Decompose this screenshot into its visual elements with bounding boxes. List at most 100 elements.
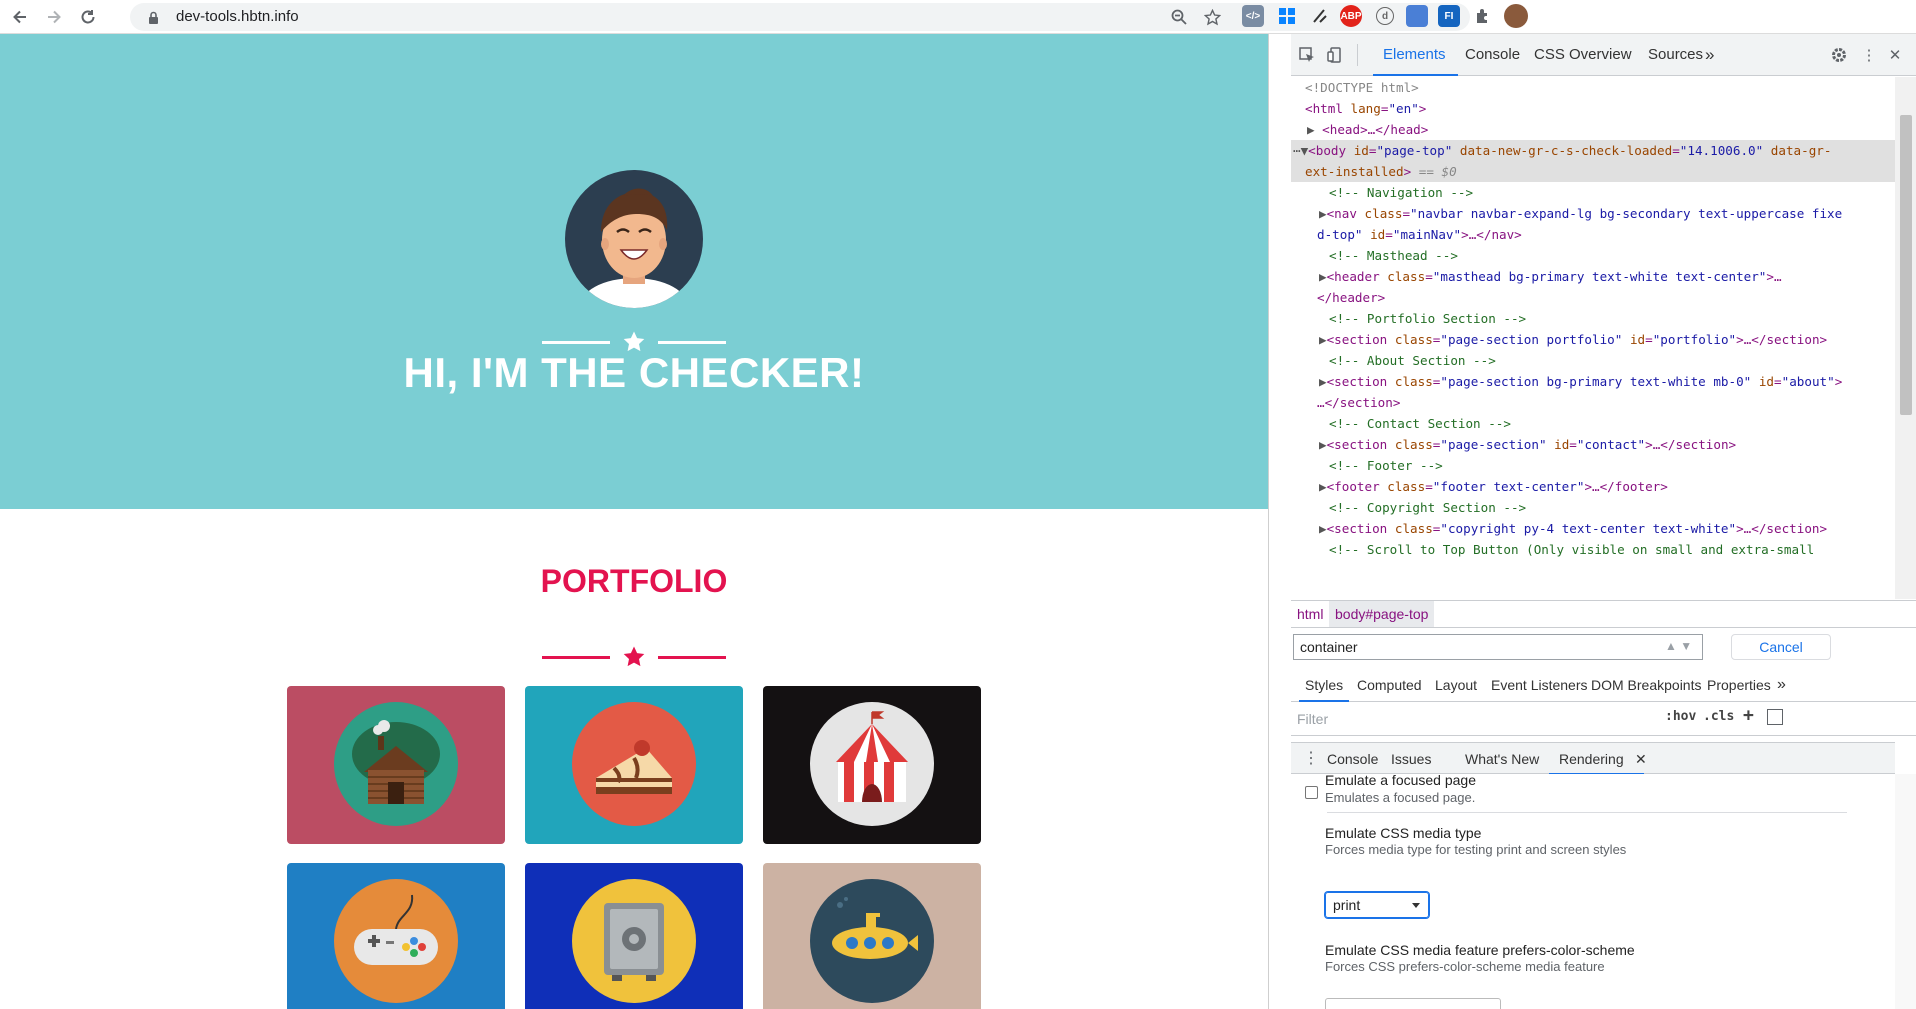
hov-toggle[interactable]: :hov	[1665, 709, 1696, 724]
dom-line-header-close[interactable]: </header>	[1291, 287, 1895, 308]
media-type-value: print	[1333, 897, 1361, 913]
star-icon	[623, 331, 645, 352]
drawer-tab-issues[interactable]: Issues	[1391, 743, 1431, 775]
star-icon	[623, 646, 645, 667]
drawer-scrollbar[interactable]	[1895, 774, 1916, 1009]
forward-icon[interactable]	[42, 5, 66, 29]
extension-windows-icon[interactable]	[1276, 5, 1298, 27]
portfolio-title: PORTFOLIO	[540, 563, 728, 599]
breadcrumb: html body#page-top	[1291, 600, 1916, 628]
color-scheme-select[interactable]	[1325, 998, 1501, 1009]
tab-dom-breakpoints[interactable]: DOM Breakpoints	[1591, 668, 1701, 702]
url-text: dev-tools.hbtn.info	[176, 8, 299, 25]
device-toolbar-icon[interactable]	[1325, 45, 1345, 65]
settings-gear-icon[interactable]	[1829, 45, 1849, 65]
extension-d-icon[interactable]: d	[1376, 7, 1394, 25]
page-viewport: HI, I'M THE CHECKER! PORTFOLIO	[0, 34, 1268, 1009]
more-tabs-icon[interactable]: »	[1705, 34, 1714, 76]
avatar	[565, 170, 703, 308]
dom-comment[interactable]: <!-- Navigation -->	[1291, 182, 1895, 203]
more-tabs-icon[interactable]: »	[1777, 668, 1786, 702]
search-prev-next-icon[interactable]: ▲ ▼	[1665, 634, 1705, 658]
address-bar[interactable]: dev-tools.hbtn.info	[130, 3, 1470, 31]
portfolio-item-game-controller[interactable]	[287, 863, 505, 1009]
dom-scrollbar[interactable]	[1895, 77, 1916, 599]
extension-fi-icon[interactable]: FI	[1438, 5, 1460, 27]
tab-styles[interactable]: Styles	[1298, 668, 1350, 702]
dom-line-nav[interactable]: ▶<nav class="navbar navbar-expand-lg bg-…	[1291, 203, 1895, 224]
back-icon[interactable]	[8, 5, 32, 29]
portfolio-item-cake[interactable]	[525, 686, 743, 844]
game-controller-icon	[334, 879, 458, 1003]
dom-line[interactable]: <!DOCTYPE html>	[1291, 77, 1895, 98]
tab-event-listeners[interactable]: Event Listeners	[1491, 668, 1588, 702]
styles-filter-input[interactable]: Filter	[1297, 708, 1645, 730]
dom-comment[interactable]: <!-- Footer -->	[1291, 455, 1895, 476]
dom-line[interactable]: <html lang="en">	[1291, 98, 1895, 119]
dom-comment[interactable]: <!-- Portfolio Section -->	[1291, 308, 1895, 329]
zoom-icon[interactable]	[1170, 8, 1188, 26]
tab-sources[interactable]: Sources	[1648, 34, 1703, 76]
extension-pen-icon[interactable]	[1309, 5, 1331, 27]
dom-comment[interactable]: <!-- Scroll to Top Button (Only visible …	[1291, 539, 1895, 560]
bookmark-star-icon[interactable]	[1203, 8, 1221, 26]
portfolio-item-safe[interactable]	[525, 863, 743, 1009]
dom-line-contact[interactable]: ▶<section class="page-section" id="conta…	[1291, 434, 1895, 455]
tab-elements[interactable]: Elements	[1373, 34, 1457, 76]
toggle-sidebar-icon[interactable]	[1767, 709, 1783, 725]
close-drawer-tab-icon[interactable]: ✕	[1635, 743, 1647, 775]
safe-icon	[572, 879, 696, 1003]
portfolio-item-circus[interactable]	[763, 686, 981, 844]
breadcrumb-body[interactable]: body#page-top	[1329, 601, 1435, 627]
extension-window-icon[interactable]	[1406, 5, 1428, 27]
dom-line-footer[interactable]: ▶<footer class="footer text-center">…</f…	[1291, 476, 1895, 497]
new-style-rule-icon[interactable]: +	[1743, 705, 1754, 726]
dom-search-input[interactable]: container	[1293, 634, 1703, 660]
dom-comment[interactable]: <!-- Masthead -->	[1291, 245, 1895, 266]
reload-icon[interactable]	[76, 5, 100, 29]
dom-comment[interactable]: <!-- Copyright Section -->	[1291, 497, 1895, 518]
dom-tree: <!DOCTYPE html> <html lang="en"> ▶ <head…	[1291, 77, 1895, 599]
dom-line-portfolio[interactable]: ▶<section class="page-section portfolio"…	[1291, 329, 1895, 350]
submarine-icon	[810, 879, 934, 1003]
tab-properties[interactable]: Properties	[1707, 668, 1771, 702]
extensions-puzzle-icon[interactable]	[1472, 5, 1494, 27]
profile-avatar[interactable]	[1504, 4, 1528, 28]
cancel-button[interactable]: Cancel	[1731, 634, 1831, 660]
dom-line-body-selected[interactable]: ⋯▼<body id="page-top" data-new-gr-c-s-ch…	[1291, 140, 1895, 161]
inspect-element-icon[interactable]	[1297, 45, 1317, 65]
dom-line-copyright[interactable]: ▶<section class="copyright py-4 text-cen…	[1291, 518, 1895, 539]
extension-code-icon[interactable]: </>	[1242, 5, 1264, 27]
tab-console[interactable]: Console	[1465, 34, 1520, 76]
color-scheme-desc: Forces CSS prefers-color-scheme media fe…	[1325, 959, 1605, 974]
dom-comment[interactable]: <!-- About Section -->	[1291, 350, 1895, 371]
devtools-panel: Elements Console CSS Overview Sources » …	[1268, 34, 1916, 1009]
breadcrumb-html[interactable]: html	[1297, 606, 1323, 622]
dom-comment[interactable]: <!-- Contact Section -->	[1291, 413, 1895, 434]
portfolio-item-submarine[interactable]	[763, 863, 981, 1009]
dom-line-header[interactable]: ▶<header class="masthead bg-primary text…	[1291, 266, 1895, 287]
focused-page-checkbox[interactable]	[1305, 786, 1318, 799]
dom-line-head[interactable]: ▶ <head>…</head>	[1291, 119, 1895, 140]
dom-scroll-thumb[interactable]	[1900, 115, 1912, 415]
dom-line-body-cont[interactable]: ext-installed> == $0	[1291, 161, 1895, 182]
portfolio-divider	[542, 645, 726, 669]
masthead: HI, I'M THE CHECKER!	[0, 34, 1268, 509]
media-type-select[interactable]: print	[1325, 892, 1429, 918]
extension-abp-icon[interactable]: ABP	[1340, 5, 1362, 27]
portfolio-item-cabin[interactable]	[287, 686, 505, 844]
dom-line-nav-cont[interactable]: d-top" id="mainNav">…</nav>	[1291, 224, 1895, 245]
tab-computed[interactable]: Computed	[1357, 668, 1422, 702]
close-devtools-icon[interactable]: ✕	[1885, 45, 1905, 65]
tab-layout[interactable]: Layout	[1435, 668, 1477, 702]
more-options-icon[interactable]: ⋮	[1859, 45, 1879, 65]
media-type-desc: Forces media type for testing print and …	[1325, 842, 1627, 857]
dom-line-about-close[interactable]: …</section>	[1291, 392, 1895, 413]
cls-toggle[interactable]: .cls	[1703, 709, 1734, 724]
drawer-menu-icon[interactable]: ⋮	[1303, 743, 1319, 775]
tab-css-overview[interactable]: CSS Overview	[1534, 34, 1632, 76]
drawer-tab-rendering[interactable]: Rendering	[1549, 743, 1644, 775]
drawer-tab-console[interactable]: Console	[1327, 743, 1378, 775]
dom-line-about[interactable]: ▶<section class="page-section bg-primary…	[1291, 371, 1895, 392]
drawer-tab-whats-new[interactable]: What's New	[1465, 743, 1539, 775]
